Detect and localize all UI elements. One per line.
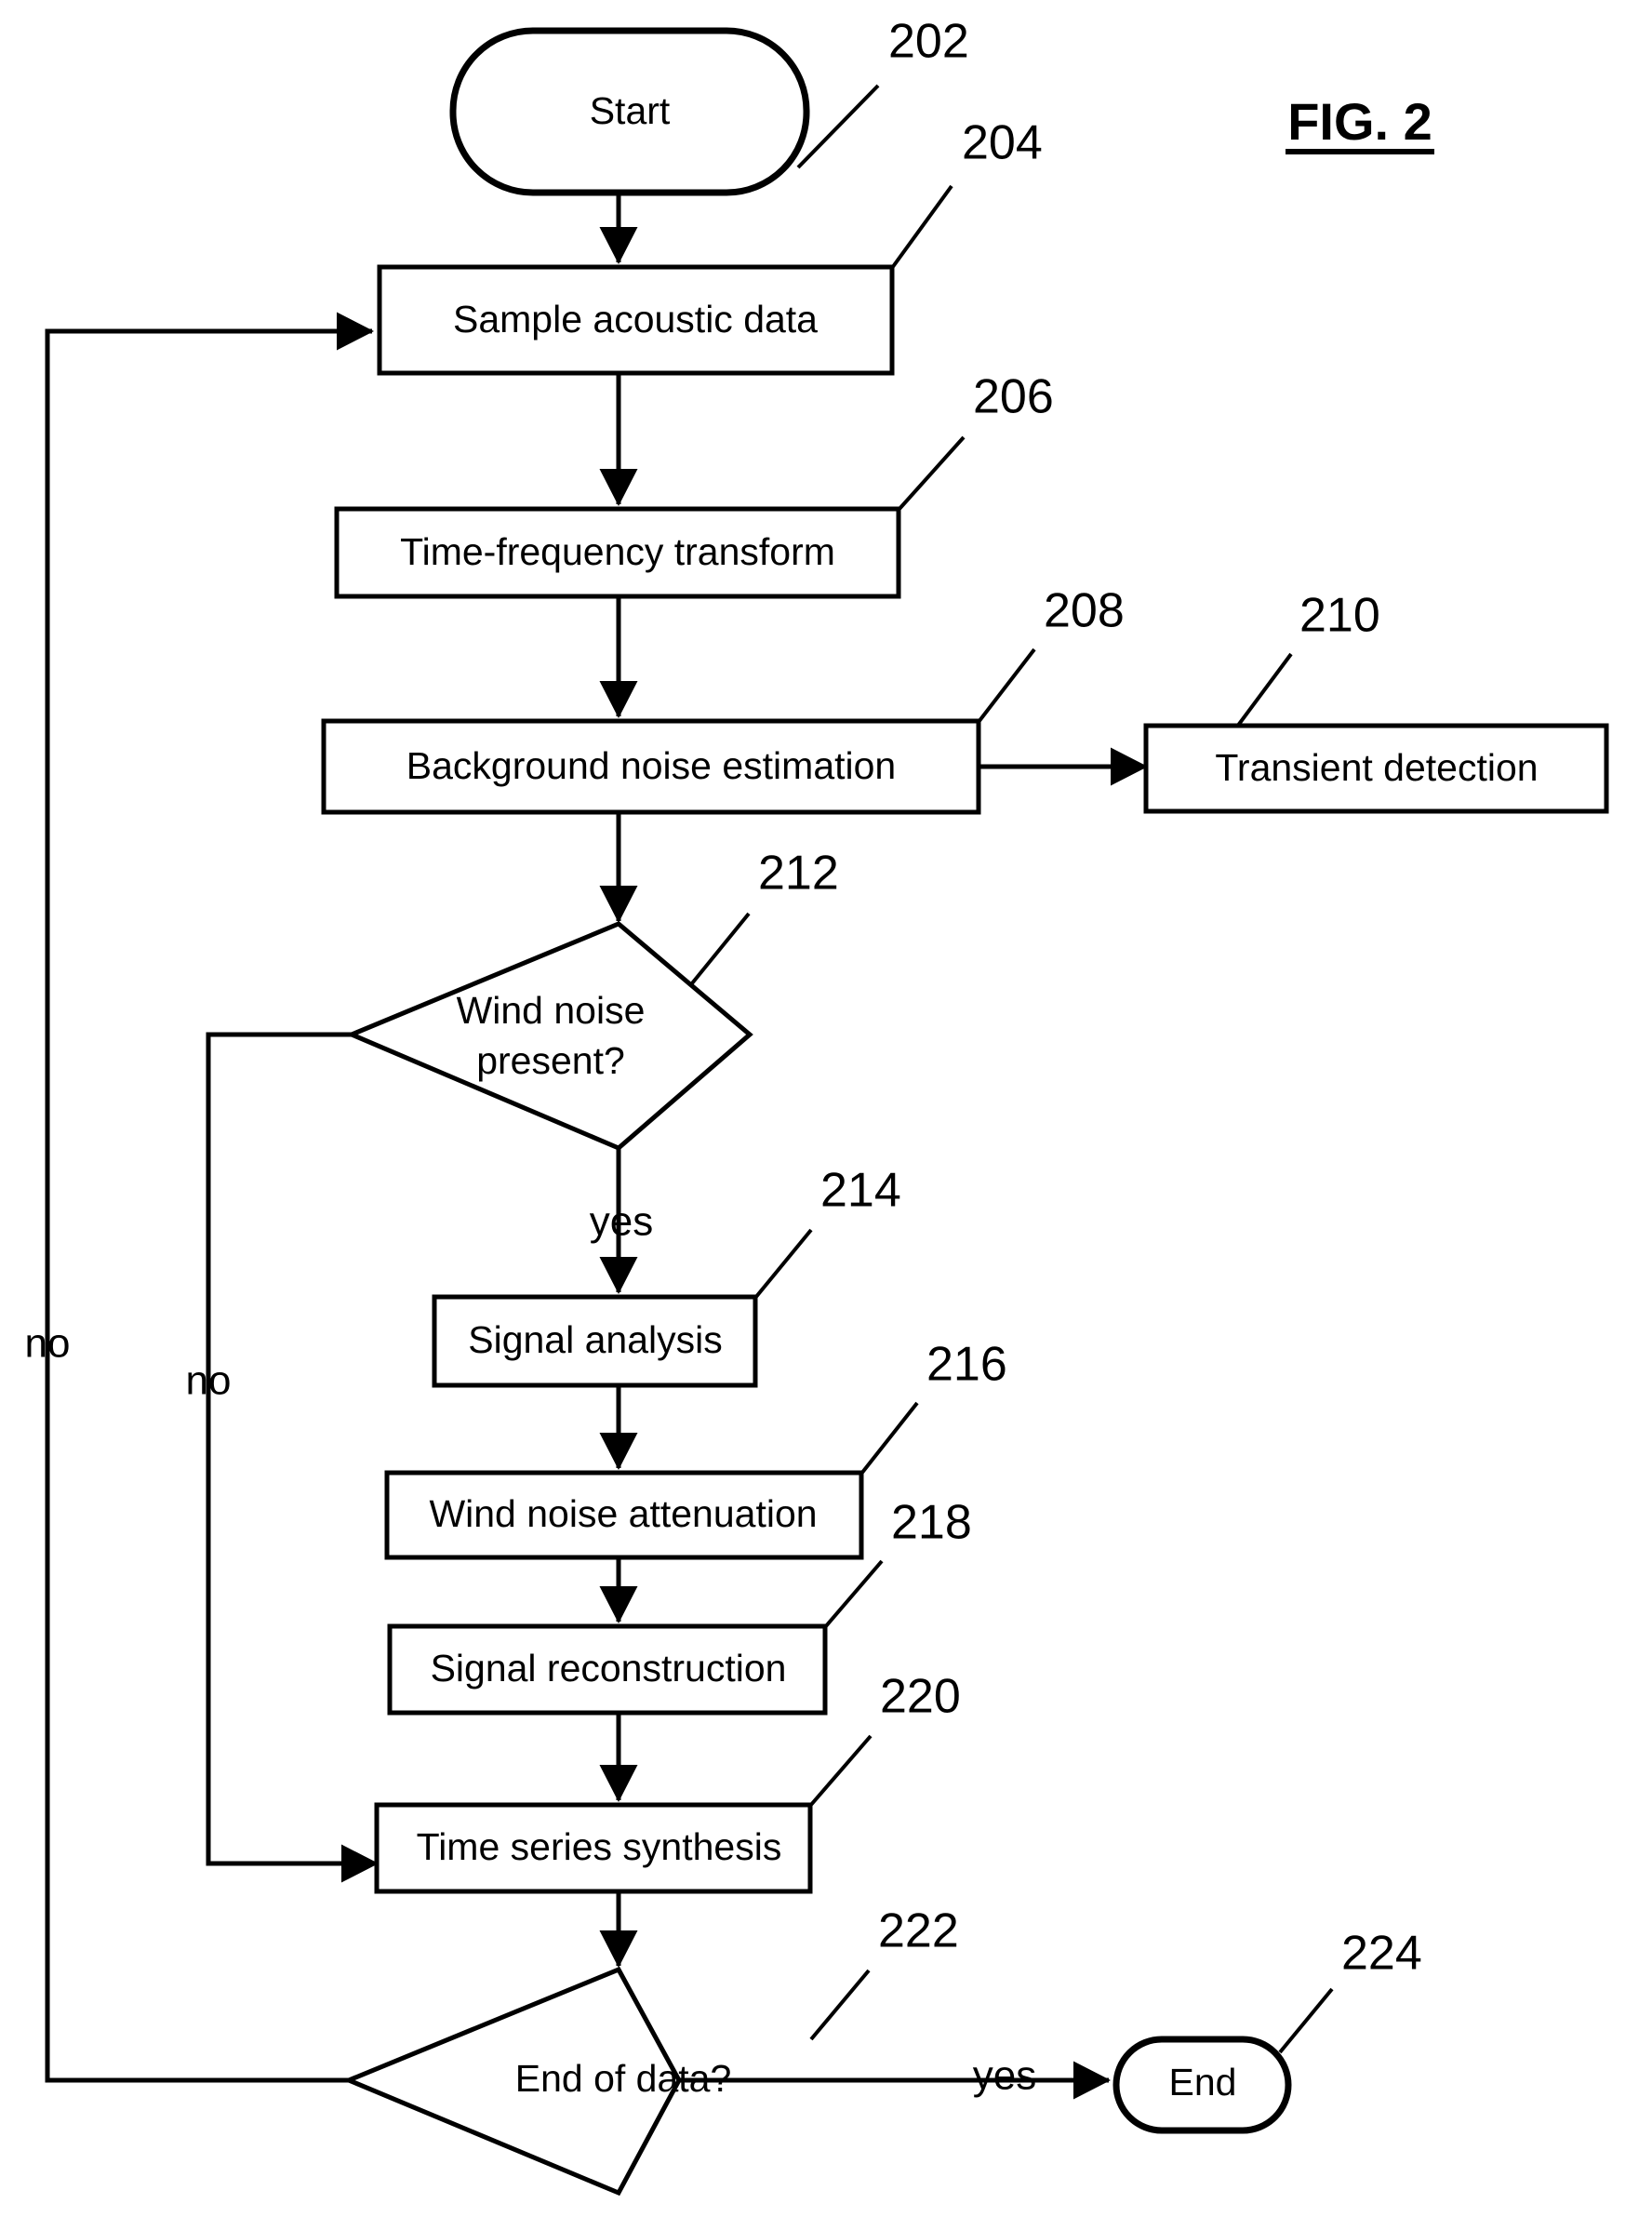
node-wind-noise-present-label-line1: Wind noise	[457, 989, 646, 1032]
ref-number-206: 206	[973, 370, 1054, 424]
ref-number-214: 214	[820, 1164, 901, 1218]
edge-label-wind-no: no	[186, 1358, 232, 1404]
node-wind-noise-present-label-line2: present?	[476, 1039, 625, 1082]
node-time-frequency-transform[interactable]: Time-frequency transform	[334, 506, 901, 599]
node-start[interactable]: Start	[449, 27, 810, 196]
node-signal-reconstruction-label: Signal reconstruction	[431, 1647, 787, 1689]
edge-label-eod-no: no	[25, 1321, 71, 1367]
ref-number-202: 202	[888, 15, 969, 69]
flowchart-figure: FIG. 2 Start 202 Sample acoustic data 20…	[0, 0, 1652, 2217]
ref-number-220: 220	[880, 1670, 961, 1724]
node-end-label: End	[1169, 2061, 1237, 2103]
node-signal-analysis-label: Signal analysis	[468, 1318, 723, 1361]
node-wind-noise-attenuation-label: Wind noise attenuation	[429, 1492, 817, 1535]
ref-number-218: 218	[891, 1496, 972, 1550]
node-background-noise-estimation-label: Background noise estimation	[406, 744, 896, 787]
node-end-of-data-decision-label: End of data?	[515, 2057, 732, 2100]
node-time-series-synthesis-label: Time series synthesis	[417, 1825, 782, 1868]
node-signal-reconstruction[interactable]: Signal reconstruction	[387, 1623, 828, 1716]
node-wind-noise-attenuation[interactable]: Wind noise attenuation	[384, 1470, 864, 1560]
figure-label-text: FIG. 2	[1287, 92, 1432, 151]
edge-label-wind-yes: yes	[590, 1199, 653, 1245]
node-time-frequency-transform-label: Time-frequency transform	[400, 530, 835, 573]
node-sample-acoustic-data[interactable]: Sample acoustic data	[377, 264, 895, 376]
ref-number-208: 208	[1044, 584, 1125, 638]
node-start-label: Start	[590, 89, 671, 132]
node-end[interactable]: End	[1112, 2036, 1292, 2134]
node-background-noise-estimation[interactable]: Background noise estimation	[321, 718, 981, 815]
ref-number-210: 210	[1299, 589, 1380, 643]
ref-number-204: 204	[962, 116, 1043, 170]
ref-number-222: 222	[878, 1904, 959, 1958]
figure-label: FIG. 2	[1286, 92, 1434, 154]
node-transient-detection-label: Transient detection	[1215, 746, 1538, 789]
node-transient-detection[interactable]: Transient detection	[1143, 723, 1609, 814]
ref-number-212: 212	[758, 847, 839, 901]
node-sample-acoustic-data-label: Sample acoustic data	[453, 298, 818, 341]
ref-number-224: 224	[1341, 1927, 1422, 1981]
ref-number-216: 216	[926, 1338, 1007, 1392]
node-time-series-synthesis[interactable]: Time series synthesis	[374, 1802, 813, 1894]
node-signal-analysis[interactable]: Signal analysis	[432, 1294, 758, 1388]
edge-label-eod-yes: yes	[973, 2053, 1036, 2099]
